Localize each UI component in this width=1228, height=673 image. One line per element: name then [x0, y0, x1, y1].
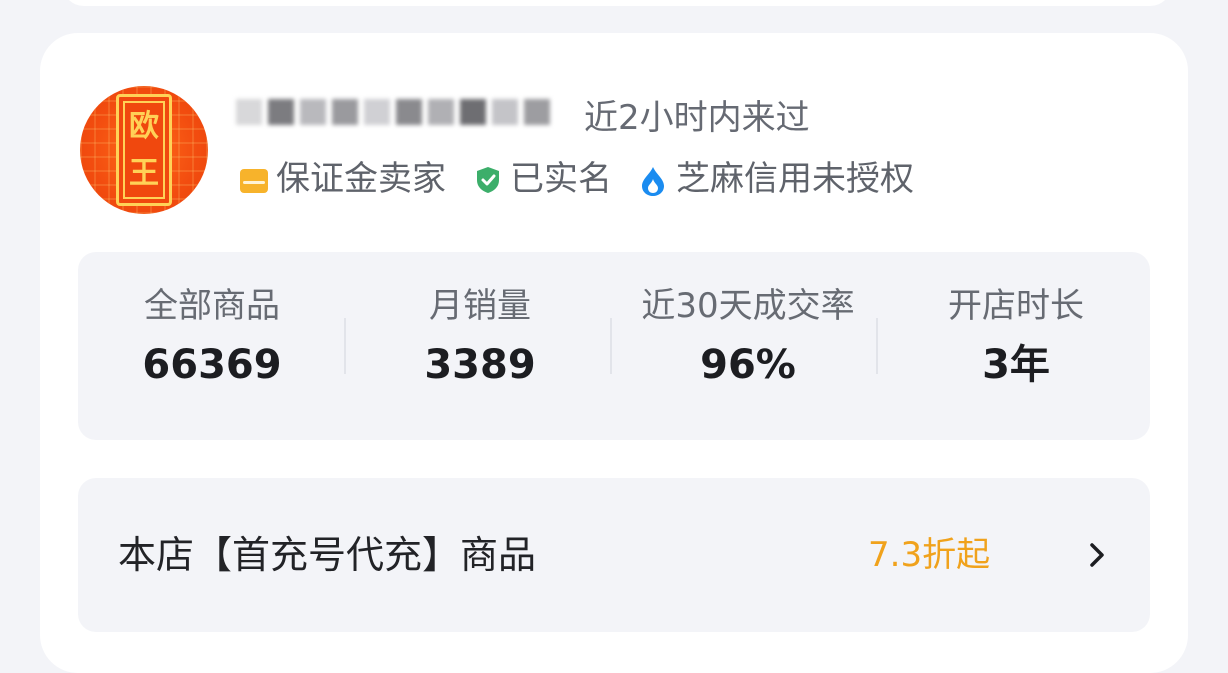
avatar-seal-char: 王 [129, 155, 159, 191]
last-seen-text: 近2小时内来过 [584, 98, 810, 138]
promo-discount: 7.3折起 [868, 535, 991, 575]
badge-sesame-credit[interactable]: 芝麻信用未授权 [640, 158, 914, 200]
stat-divider [610, 318, 612, 374]
promo-row[interactable]: 本店【首充号代充】商品 7.3折起 [78, 478, 1150, 632]
shop-avatar[interactable]: 欧 王 [80, 86, 208, 214]
stat-label: 月销量 [429, 286, 531, 326]
stat-divider [344, 318, 346, 374]
promo-label: 本店【首充号代充】商品 [118, 533, 537, 577]
badge-label: 芝麻信用未授权 [676, 159, 914, 199]
stat-label: 开店时长 [948, 286, 1084, 326]
stat-shop-age[interactable]: 开店时长 3年 [882, 252, 1150, 440]
verified-shield-icon [474, 165, 504, 193]
badge-label: 已实名 [510, 159, 612, 199]
stat-value: 96% [700, 342, 796, 388]
chevron-right-icon [1090, 543, 1104, 567]
stat-value: 66369 [142, 342, 282, 388]
stat-value: 3389 [424, 342, 536, 388]
sesame-credit-icon [640, 165, 670, 196]
shop-name-redacted[interactable] [206, 84, 562, 140]
shop-stats: 全部商品 66369 月销量 3389 近30天成交率 96% 开店时长 3年 [78, 252, 1150, 440]
stat-divider [876, 318, 878, 374]
avatar-seal-char: 欧 [129, 108, 159, 144]
stat-all-products[interactable]: 全部商品 66369 [78, 252, 346, 440]
stat-monthly-sales[interactable]: 月销量 3389 [346, 252, 614, 440]
badge-label: 保证金卖家 [276, 159, 446, 199]
shop-badges: 保证金卖家 已实名 芝麻信用未授权 [240, 158, 942, 200]
stat-label: 近30天成交率 [641, 286, 855, 326]
stat-value: 3年 [982, 342, 1050, 388]
previous-card [62, 0, 1172, 6]
badge-deposit-seller[interactable]: 保证金卖家 [240, 158, 446, 200]
seller-deposit-icon [240, 165, 270, 193]
badge-verified[interactable]: 已实名 [474, 158, 612, 200]
stat-deal-rate[interactable]: 近30天成交率 96% [614, 252, 882, 440]
stat-label: 全部商品 [144, 286, 280, 326]
avatar-seal: 欧 王 [116, 94, 172, 206]
